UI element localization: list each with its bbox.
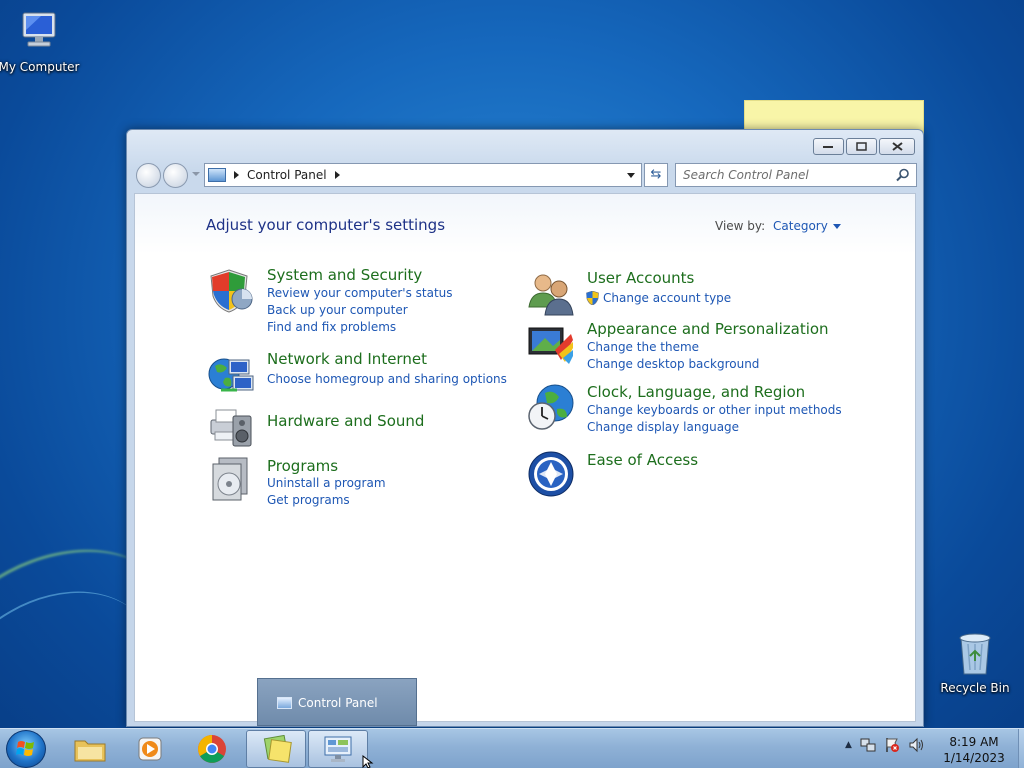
network-globe-icon[interactable] xyxy=(207,350,255,398)
category-title[interactable]: System and Security xyxy=(267,266,422,284)
programs-icon[interactable] xyxy=(207,454,255,502)
mouse-cursor-icon xyxy=(362,755,374,768)
taskbar-chrome-button[interactable] xyxy=(182,730,242,768)
address-bar[interactable]: Control Panel xyxy=(204,163,642,187)
clock-time: 8:19 AM xyxy=(949,735,999,749)
printer-speaker-icon[interactable] xyxy=(207,402,255,450)
chrome-icon xyxy=(198,735,226,763)
link-back-up[interactable]: Back up your computer xyxy=(267,303,408,317)
start-button[interactable] xyxy=(6,730,46,768)
navigation-bar: Control Panel ⇆ xyxy=(135,161,917,189)
users-icon[interactable] xyxy=(527,269,575,317)
breadcrumb-arrow-icon[interactable] xyxy=(234,171,239,179)
breadcrumb-arrow-icon[interactable] xyxy=(334,171,340,179)
category-title[interactable]: Hardware and Sound xyxy=(267,412,424,430)
taskbar: ▲ 8:19 AM 1/14/2023 xyxy=(0,728,1024,768)
restore-icon xyxy=(856,142,867,151)
category-title[interactable]: Clock, Language, and Region xyxy=(587,383,805,401)
link-uninstall-program[interactable]: Uninstall a program xyxy=(267,476,386,490)
search-input[interactable] xyxy=(676,164,886,186)
link-change-keyboards[interactable]: Change keyboards or other input methods xyxy=(587,403,842,417)
computer-icon xyxy=(22,12,56,47)
search-box[interactable] xyxy=(675,163,917,187)
control-panel-icon xyxy=(324,736,352,762)
forward-button[interactable] xyxy=(163,163,188,188)
window-controls xyxy=(813,138,915,155)
link-find-fix[interactable]: Find and fix problems xyxy=(267,320,396,334)
taskbar-thumbnail-preview[interactable]: Control Panel xyxy=(257,678,417,726)
taskbar-sticky-notes-button[interactable] xyxy=(246,730,306,768)
minimize-icon xyxy=(823,145,833,148)
link-change-account-type[interactable]: Change account type xyxy=(603,291,731,305)
shield-icon[interactable] xyxy=(207,266,255,314)
category-title[interactable]: Ease of Access xyxy=(587,451,698,469)
volume-icon[interactable] xyxy=(908,737,926,753)
search-icon[interactable] xyxy=(896,168,910,182)
folder-icon xyxy=(74,740,106,762)
uac-shield-icon xyxy=(586,291,599,305)
link-change-background[interactable]: Change desktop background xyxy=(587,357,759,371)
desktop-icon-recycle-bin[interactable]: Recycle Bin xyxy=(932,630,1018,695)
desktop-icon-label: My Computer xyxy=(0,60,80,74)
maximize-button[interactable] xyxy=(846,138,877,155)
address-dropdown-icon[interactable] xyxy=(627,173,635,178)
view-by-value: Category xyxy=(773,219,828,233)
taskbar-media-player-button[interactable] xyxy=(120,730,180,768)
refresh-button[interactable]: ⇆ xyxy=(644,163,668,187)
link-get-programs[interactable]: Get programs xyxy=(267,493,350,507)
recycle-bin-icon xyxy=(959,633,991,675)
windows-logo-icon xyxy=(16,741,34,756)
refresh-icon: ⇆ xyxy=(650,167,662,182)
breadcrumb-control-panel[interactable]: Control Panel xyxy=(247,168,327,182)
taskbar-explorer-button[interactable] xyxy=(60,730,120,768)
view-by-dropdown[interactable]: Category xyxy=(773,219,841,233)
control-panel-window: Control Panel ⇆ Adjust your computer's s… xyxy=(126,129,924,727)
thumbnail-title: Control Panel xyxy=(298,696,378,710)
control-panel-icon xyxy=(277,697,292,709)
view-by-label: View by: xyxy=(715,219,766,233)
network-icon[interactable] xyxy=(860,737,876,753)
system-clock[interactable]: 8:19 AM 1/14/2023 xyxy=(934,734,1014,766)
monitor-palette-icon[interactable] xyxy=(527,320,575,368)
link-review-status[interactable]: Review your computer's status xyxy=(267,286,453,300)
clock-date: 1/14/2023 xyxy=(943,751,1005,765)
desktop-icon-my-computer[interactable]: My Computer xyxy=(0,10,82,74)
desktop-icon-label: Recycle Bin xyxy=(940,681,1010,695)
sticky-notes-icon xyxy=(263,735,292,763)
category-title[interactable]: Programs xyxy=(267,457,338,475)
link-change-display-language[interactable]: Change display language xyxy=(587,420,739,434)
close-button[interactable] xyxy=(879,138,915,155)
media-player-icon xyxy=(138,737,162,761)
minimize-button[interactable] xyxy=(813,138,844,155)
category-title[interactable]: User Accounts xyxy=(587,269,694,287)
link-change-theme[interactable]: Change the theme xyxy=(587,340,699,354)
action-center-flag-icon[interactable] xyxy=(884,737,900,753)
chevron-down-icon xyxy=(832,224,841,229)
link-homegroup[interactable]: Choose homegroup and sharing options xyxy=(267,372,507,386)
ease-of-access-icon[interactable] xyxy=(527,450,575,498)
show-desktop-button[interactable] xyxy=(1018,729,1024,768)
recent-pages-dropdown[interactable] xyxy=(192,172,200,176)
system-tray: ▲ xyxy=(845,737,926,753)
taskbar-control-panel-button[interactable] xyxy=(308,730,368,768)
category-title[interactable]: Appearance and Personalization xyxy=(587,320,829,338)
page-title: Adjust your computer's settings xyxy=(206,216,446,234)
close-icon xyxy=(891,142,903,151)
back-button[interactable] xyxy=(136,163,161,188)
clock-globe-icon[interactable] xyxy=(527,383,575,431)
category-title[interactable]: Network and Internet xyxy=(267,350,427,368)
content-pane: Adjust your computer's settings View by:… xyxy=(134,193,916,722)
control-panel-icon xyxy=(208,168,226,182)
show-hidden-icons-icon[interactable]: ▲ xyxy=(845,740,852,750)
